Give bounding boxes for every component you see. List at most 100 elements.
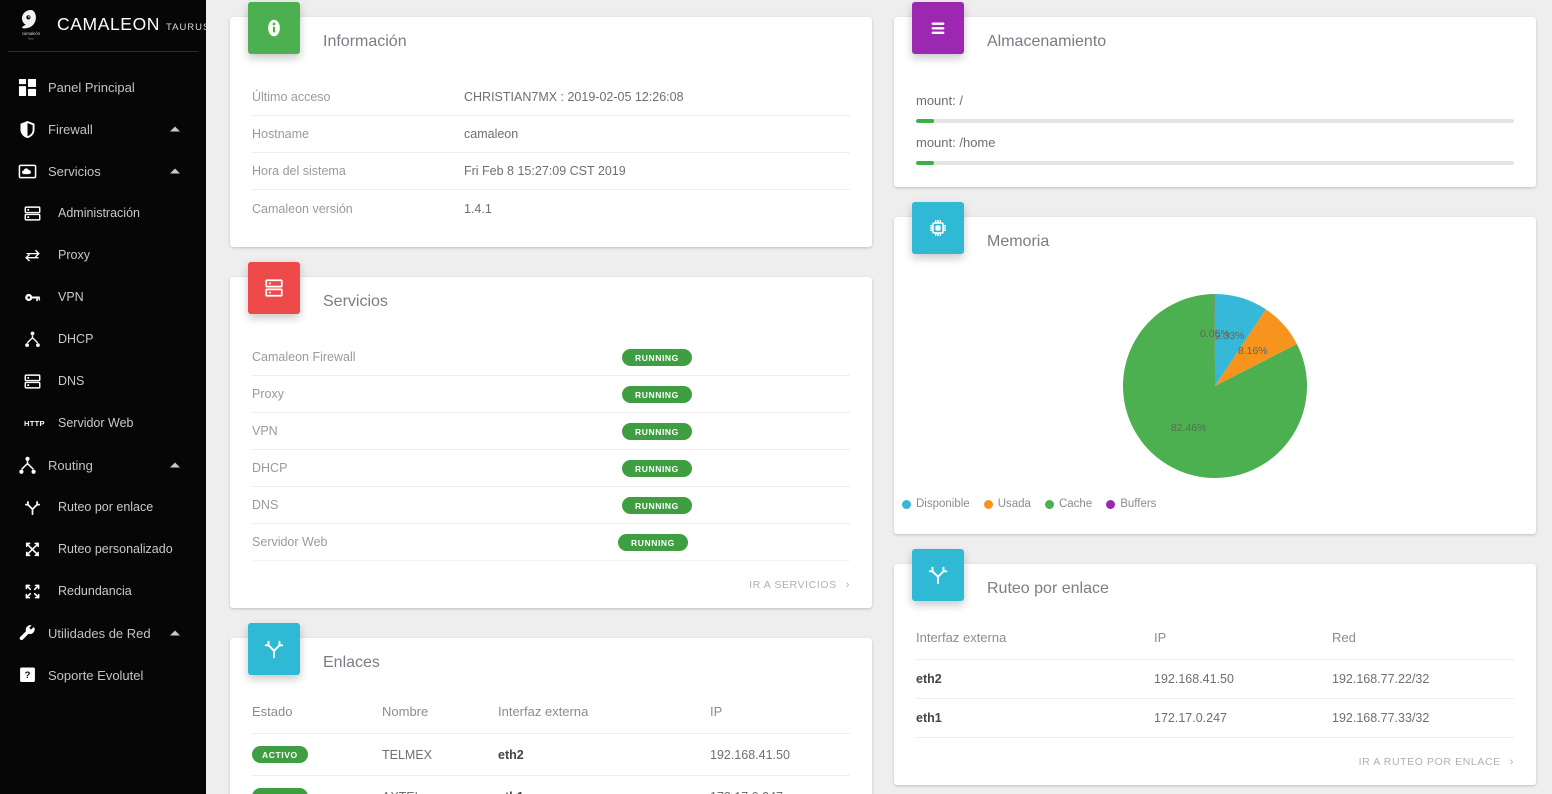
info-key: Último acceso — [252, 90, 331, 104]
card-footer: IR A SERVICIOS › — [230, 561, 872, 608]
storage-mounts: mount: / mount: /home — [894, 79, 1536, 187]
chevron-up-icon[interactable] — [170, 462, 180, 468]
service-name: Servidor Web — [252, 535, 328, 549]
table-row: ACTIVO AXTEL eth1 172.17.0.247 — [252, 775, 850, 794]
sidebar-item-vpn[interactable]: VPN — [0, 276, 206, 318]
server-icon — [20, 373, 54, 390]
sidebar-item-servidor-web[interactable]: HTTP Servidor Web — [0, 402, 206, 444]
brand-header[interactable]: camaleón linux CAMALEON TAURUS — [0, 0, 206, 48]
mount-label: mount: / — [916, 93, 963, 108]
random-cross-icon — [20, 541, 54, 558]
sidebar-item-administracion[interactable]: Administración — [0, 192, 206, 234]
list-bars-icon — [912, 2, 964, 54]
go-to-ruteo-link[interactable]: IR A RUTEO POR ENLACE › — [1359, 756, 1514, 768]
legend-item-usada[interactable]: Usada — [983, 498, 1031, 510]
card-header: Memoria — [894, 202, 1536, 279]
sidebar-item-label: Firewall — [48, 121, 93, 137]
sidebar-item-label: Servidor Web — [58, 416, 134, 430]
info-key: Hora del sistema — [252, 164, 346, 178]
column-header-nombre: Nombre — [382, 700, 498, 734]
sidebar-item-label: Administración — [58, 206, 140, 220]
card-almacenamiento: Almacenamiento mount: / mount: /home — [894, 2, 1536, 187]
service-row: DHCP RUNNING — [252, 450, 850, 487]
card-footer: IR A RUTEO POR ENLACE › — [894, 738, 1536, 785]
go-to-ruteo-label: IR A RUTEO POR ENLACE — [1358, 755, 1501, 768]
sidebar-item-panel-principal[interactable]: Panel Principal — [0, 66, 206, 108]
card-header: Ruteo por enlace — [894, 549, 1536, 626]
card-informacion: Información Último acceso CHRISTIAN7MX :… — [230, 2, 872, 247]
status-badge: RUNNING — [622, 348, 692, 366]
status-badge: ACTIVO — [252, 788, 308, 794]
legend-item-cache[interactable]: Cache — [1044, 498, 1092, 510]
sidebar-item-label: Ruteo personalizado — [58, 542, 173, 556]
key-icon — [20, 289, 54, 306]
wrench-icon — [18, 624, 48, 643]
cell-ip: 192.168.41.50 — [710, 733, 850, 776]
cell-ip: 172.17.0.247 — [710, 775, 850, 794]
enlaces-table-wrap: Estado Nombre Interfaz externa IP ACTIVO… — [230, 700, 872, 794]
card-memoria: Memoria 9.33% 8.16% 82.46% 0.05% Disponi… — [894, 202, 1536, 534]
cell-interfaz: eth2 — [916, 659, 1154, 699]
column-header-ip: IP — [1154, 626, 1332, 660]
go-to-services-link[interactable]: IR A SERVICIOS › — [749, 579, 850, 591]
branch-fork-icon — [20, 499, 54, 516]
dashboard-app: camaleón linux CAMALEON TAURUS Panel Pri… — [0, 0, 1552, 794]
branch-fork-icon — [912, 549, 964, 601]
table-row: eth2 192.168.41.50 192.168.77.22/32 — [916, 659, 1514, 699]
legend-item-buffers[interactable]: Buffers — [1106, 498, 1156, 510]
sidebar-item-label: Servicios — [48, 163, 101, 179]
table-header-row: Interfaz externa IP Red — [916, 626, 1514, 660]
card-title: Almacenamiento — [987, 33, 1107, 50]
brand-name: CAMALEON — [57, 13, 161, 34]
cell-interfaz: eth2 — [498, 733, 710, 776]
left-column: Información Último acceso CHRISTIAN7MX :… — [230, 0, 872, 794]
legend-item-disponible[interactable]: Disponible — [902, 498, 970, 510]
cell-red: 192.168.77.33/32 — [1332, 698, 1514, 738]
ruteo-table: Interfaz externa IP Red eth2 192.168.41.… — [916, 626, 1514, 738]
legend-color-dot — [1044, 499, 1054, 509]
info-value: camaleon — [464, 127, 519, 141]
sidebar-item-dhcp[interactable]: DHCP — [0, 318, 206, 360]
sidebar-item-proxy[interactable]: Proxy — [0, 234, 206, 276]
storage-progress-fill — [916, 119, 934, 123]
chevron-up-icon[interactable] — [170, 630, 180, 636]
sidebar-item-label: Routing — [48, 457, 93, 473]
sidebar-item-dns[interactable]: DNS — [0, 360, 206, 402]
card-title: Memoria — [987, 233, 1050, 250]
info-rows: Último acceso CHRISTIAN7MX : 2019-02-05 … — [230, 79, 872, 247]
sidebar-item-ruteo-por-enlace[interactable]: Ruteo por enlace — [0, 486, 206, 528]
service-row: Camaleon Firewall RUNNING — [252, 339, 850, 376]
service-name: DNS — [252, 498, 279, 512]
sidebar-item-redundancia[interactable]: Redundancia — [0, 570, 206, 612]
legend-color-dot — [902, 499, 911, 509]
table-row: eth1 172.17.0.247 192.168.77.33/32 — [916, 698, 1514, 738]
cell-nombre: AXTEL — [382, 775, 498, 794]
sidebar-item-routing[interactable]: Routing — [0, 444, 206, 486]
column-header-interfaz: Interfaz externa — [498, 700, 710, 734]
expand-arrows-icon — [20, 583, 54, 600]
cell-red: 192.168.77.22/32 — [1332, 659, 1514, 699]
sidebar-item-ruteo-personalizado[interactable]: Ruteo personalizado — [0, 528, 206, 570]
sidebar-nav: Panel Principal Firewall Servicios Admin… — [0, 52, 206, 696]
chevron-up-icon[interactable] — [170, 168, 180, 174]
sidebar-item-servicios[interactable]: Servicios — [0, 150, 206, 192]
legend-label: Usada — [997, 498, 1031, 510]
sidebar-item-soporte-evolutel[interactable]: ? Soporte Evolutel — [0, 654, 206, 696]
sidebar-item-utilidades-de-red[interactable]: Utilidades de Red — [0, 612, 206, 654]
column-header-estado: Estado — [252, 700, 382, 734]
card-header: Enlaces — [230, 623, 872, 700]
cell-nombre: TELMEX — [382, 733, 498, 776]
sitemap-icon — [18, 456, 48, 475]
card-header: Información — [230, 2, 872, 79]
legend-label: Buffers — [1120, 498, 1157, 510]
storage-progress-bar — [916, 161, 1514, 165]
sidebar-item-firewall[interactable]: Firewall — [0, 108, 206, 150]
service-name: Proxy — [252, 387, 284, 401]
legend-color-dot — [983, 499, 993, 509]
chevron-up-icon[interactable] — [170, 126, 180, 132]
card-title: Enlaces — [323, 654, 380, 671]
branch-fork-icon — [248, 623, 300, 675]
status-badge: RUNNING — [622, 459, 692, 477]
mount-entry: mount: / — [916, 81, 1514, 123]
chevron-right-icon: › — [845, 578, 850, 591]
